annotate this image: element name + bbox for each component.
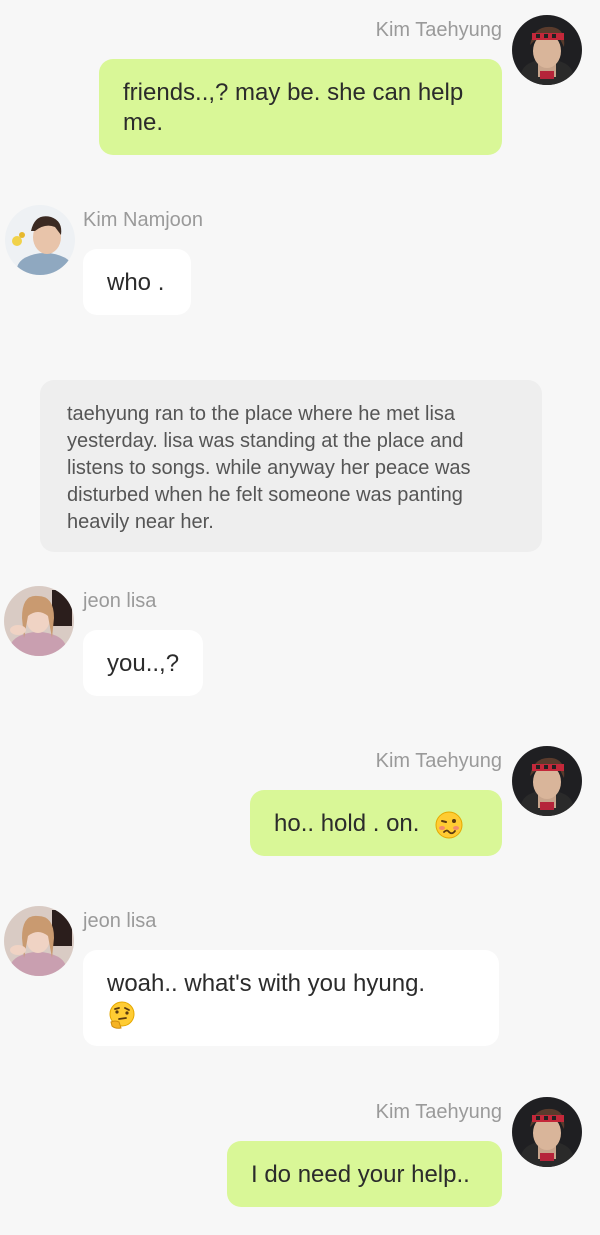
sender-name: jeon lisa xyxy=(83,590,157,612)
message-bubble-outgoing[interactable]: friends..,? may be. she can help me. xyxy=(99,59,502,155)
message-bubble-outgoing[interactable]: I do need your help.. xyxy=(227,1141,502,1207)
woozy-face-icon xyxy=(434,810,464,840)
sender-name: Kim Namjoon xyxy=(83,209,204,231)
avatar-jeon-lisa[interactable] xyxy=(4,586,74,656)
message-bubble-incoming[interactable]: woah.. what's with you hyung. xyxy=(83,950,499,1046)
avatar-kim-taehyung[interactable] xyxy=(512,1097,582,1167)
sender-name: Kim Taehyung xyxy=(375,19,502,41)
sender-name: jeon lisa xyxy=(83,910,157,932)
avatar-kim-taehyung[interactable] xyxy=(512,15,582,85)
narration-block: taehyung ran to the place where he met l… xyxy=(40,380,542,552)
avatar-jeon-lisa[interactable] xyxy=(4,906,74,976)
thinking-face-icon xyxy=(107,1000,137,1030)
message-bubble-outgoing[interactable]: ho.. hold . on. xyxy=(250,790,502,856)
avatar-kim-namjoon[interactable] xyxy=(5,205,75,275)
sender-name: Kim Taehyung xyxy=(375,1101,502,1123)
message-text: ho.. hold . on. xyxy=(274,810,420,837)
message-text: woah.. what's with you hyung. xyxy=(107,970,426,997)
message-bubble-incoming[interactable]: who . xyxy=(83,249,191,315)
sender-name: Kim Taehyung xyxy=(375,750,502,772)
avatar-kim-taehyung[interactable] xyxy=(512,746,582,816)
message-bubble-incoming[interactable]: you..,? xyxy=(83,630,203,696)
